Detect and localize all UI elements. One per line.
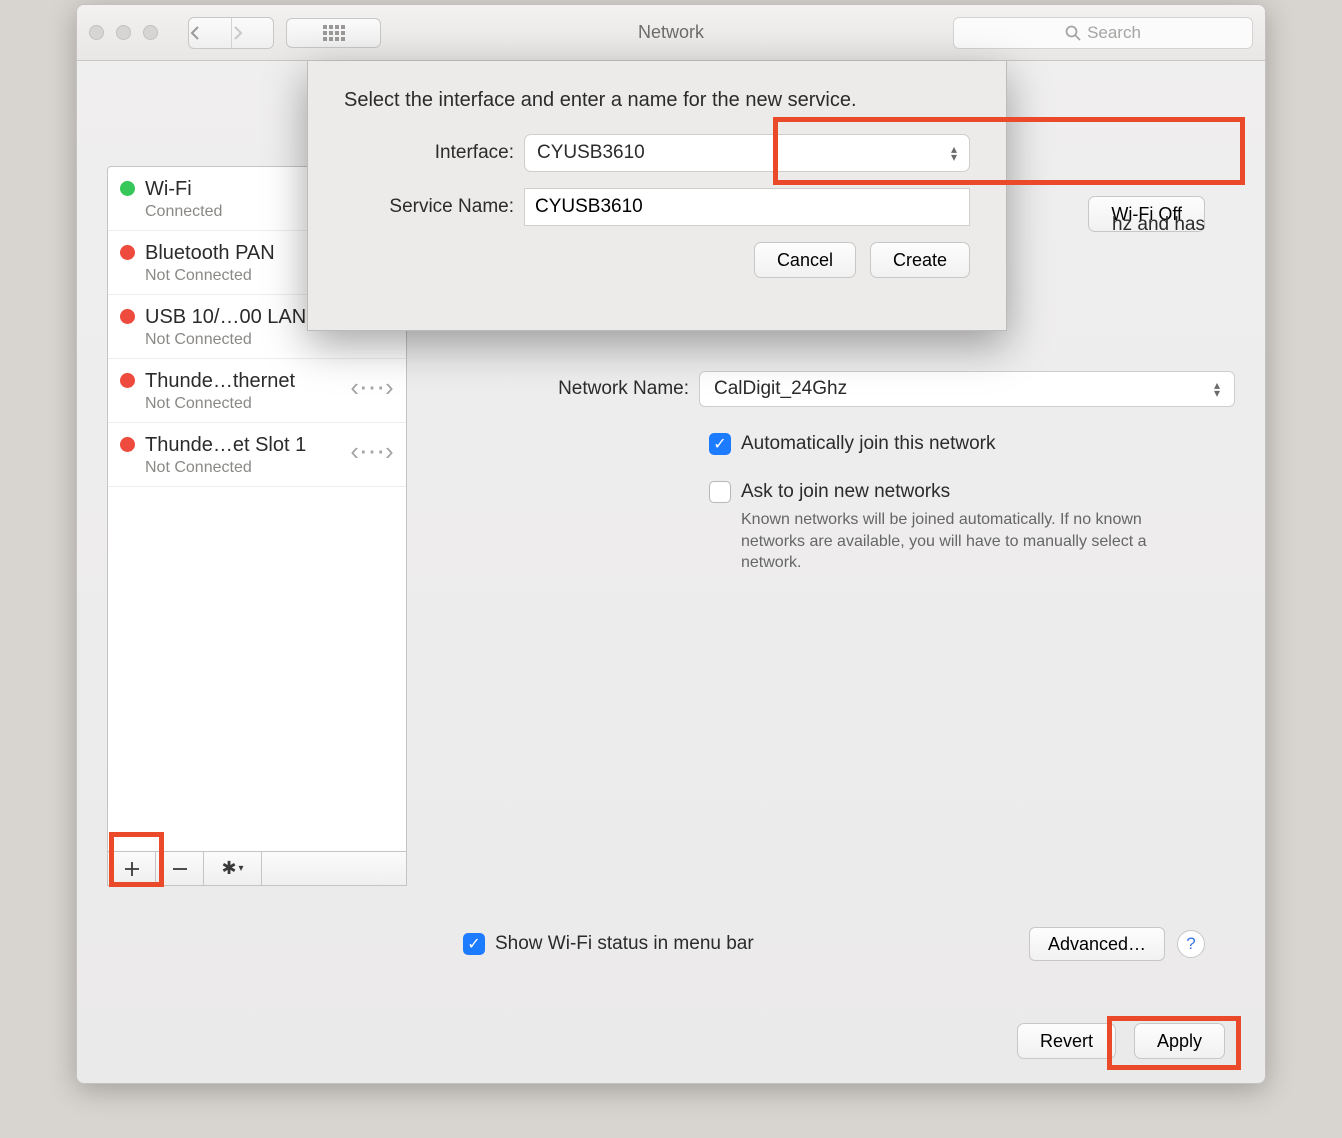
- ethernet-icon: ‹⋯›: [348, 369, 396, 405]
- search-placeholder: Search: [1087, 23, 1141, 43]
- ask-join-label: Ask to join new networks: [741, 481, 1171, 503]
- zoom-icon[interactable]: [143, 25, 158, 40]
- auto-join-checkbox[interactable]: ✓: [709, 433, 731, 455]
- advanced-button[interactable]: Advanced…: [1029, 927, 1165, 961]
- apply-button[interactable]: Apply: [1134, 1023, 1225, 1059]
- chevron-down-icon: ▾: [239, 863, 244, 874]
- auto-join-row: ✓ Automatically join this network: [439, 433, 1235, 455]
- auto-join-label: Automatically join this network: [741, 433, 996, 455]
- new-service-sheet: Select the interface and enter a name fo…: [307, 61, 1007, 331]
- service-name-row: Service Name:: [344, 188, 970, 226]
- service-status: Not Connected: [145, 330, 338, 350]
- traffic-lights: [89, 25, 158, 40]
- ethernet-icon: ‹⋯›: [348, 433, 396, 469]
- network-name-popup[interactable]: CalDigit_24Ghz ▴▾: [699, 371, 1235, 407]
- status-dot-icon: [120, 309, 135, 324]
- gear-icon: ✱: [221, 858, 236, 879]
- status-dot-icon: [120, 181, 135, 196]
- service-actions-button[interactable]: ✱ ▾: [204, 852, 262, 885]
- chevron-updown-icon: ▴▾: [1214, 381, 1220, 397]
- service-status: Not Connected: [145, 458, 338, 478]
- menubar-checkbox[interactable]: ✓: [463, 933, 485, 955]
- chevron-updown-icon: ▴▾: [951, 145, 957, 161]
- service-list-footer: ✱ ▾: [108, 851, 406, 885]
- create-button[interactable]: Create: [870, 242, 970, 278]
- cancel-button[interactable]: Cancel: [754, 242, 856, 278]
- close-icon[interactable]: [89, 25, 104, 40]
- menubar-label: Show Wi-Fi status in menu bar: [495, 933, 754, 955]
- network-name-row: Network Name: CalDigit_24Ghz ▴▾: [439, 371, 1235, 407]
- interface-value: CYUSB3610: [537, 142, 645, 164]
- help-button[interactable]: ?: [1177, 930, 1205, 958]
- service-name: Thunde…thernet: [145, 369, 338, 394]
- status-text-fragment: hz and has: [1112, 214, 1205, 236]
- minimize-icon[interactable]: [116, 25, 131, 40]
- network-name-value: CalDigit_24Ghz: [714, 378, 847, 400]
- nav-group: [188, 17, 274, 49]
- status-dot-icon: [120, 437, 135, 452]
- remove-service-button[interactable]: [156, 852, 204, 885]
- status-dot-icon: [120, 245, 135, 260]
- service-name: Thunde…et Slot 1: [145, 433, 338, 458]
- interface-select[interactable]: CYUSB3610 ▴▾: [524, 134, 970, 172]
- interface-label: Interface:: [344, 142, 524, 164]
- service-name-label: Service Name:: [344, 196, 524, 218]
- service-thunderbolt-slot1[interactable]: Thunde…et Slot 1 Not Connected ‹⋯›: [108, 423, 406, 487]
- show-all-button[interactable]: [286, 18, 381, 48]
- forward-button[interactable]: [231, 18, 273, 48]
- search-icon: [1065, 25, 1081, 41]
- add-service-button[interactable]: [108, 852, 156, 885]
- service-status: Not Connected: [145, 394, 338, 414]
- status-dot-icon: [120, 373, 135, 388]
- panel-bottom-row: ✓ Show Wi-Fi status in menu bar Advanced…: [429, 927, 1205, 961]
- service-name-input[interactable]: [524, 188, 970, 226]
- back-button[interactable]: [189, 18, 231, 48]
- interface-row: Interface: CYUSB3610 ▴▾: [344, 134, 970, 172]
- ask-join-row: Ask to join new networks Known networks …: [439, 481, 1235, 574]
- revert-button[interactable]: Revert: [1017, 1023, 1116, 1059]
- network-name-label: Network Name:: [439, 378, 699, 400]
- ask-join-checkbox[interactable]: [709, 481, 731, 503]
- service-thunderbolt-ethernet[interactable]: Thunde…thernet Not Connected ‹⋯›: [108, 359, 406, 423]
- search-input[interactable]: Search: [953, 17, 1253, 49]
- footer-buttons: Revert Apply: [1017, 1023, 1225, 1059]
- network-preferences-window: Network Search Wi-Fi Connected Bluetooth…: [76, 4, 1266, 1084]
- ask-join-description: Known networks will be joined automatica…: [741, 509, 1171, 574]
- sheet-message: Select the interface and enter a name fo…: [344, 89, 970, 112]
- titlebar: Network Search: [77, 5, 1265, 61]
